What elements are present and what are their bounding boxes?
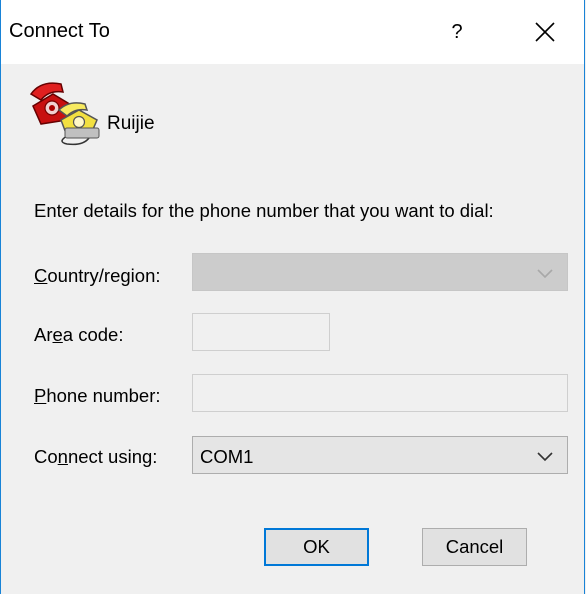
chevron-down-icon (537, 452, 553, 462)
close-button[interactable] (525, 14, 565, 50)
area-code-input[interactable] (192, 313, 330, 351)
country-region-label: Country/region: (34, 265, 161, 286)
connect-using-select[interactable]: COM1 (192, 436, 568, 474)
title-bar[interactable]: Connect To ? (1, 0, 584, 64)
phone-icon (27, 76, 103, 146)
cancel-button[interactable]: Cancel (422, 528, 527, 566)
chevron-down-icon (537, 269, 553, 279)
instructions-text: Enter details for the phone number that … (34, 200, 494, 221)
ok-button[interactable]: OK (264, 528, 369, 566)
close-icon (535, 22, 555, 42)
connect-using-value: COM1 (200, 446, 254, 467)
connection-name: Ruijie (107, 113, 155, 134)
connect-using-label: Connect using: (34, 446, 158, 467)
phone-number-label: Phone number: (34, 385, 161, 406)
dialog-title: Connect To (9, 20, 110, 42)
phone-number-input[interactable] (192, 374, 568, 412)
area-code-label: Area code: (34, 324, 124, 345)
help-button[interactable]: ? (437, 14, 477, 50)
help-icon: ? (451, 20, 463, 43)
country-region-select[interactable] (192, 253, 568, 291)
connect-to-dialog: Connect To ? Ruijie Enter details for th… (0, 0, 585, 594)
